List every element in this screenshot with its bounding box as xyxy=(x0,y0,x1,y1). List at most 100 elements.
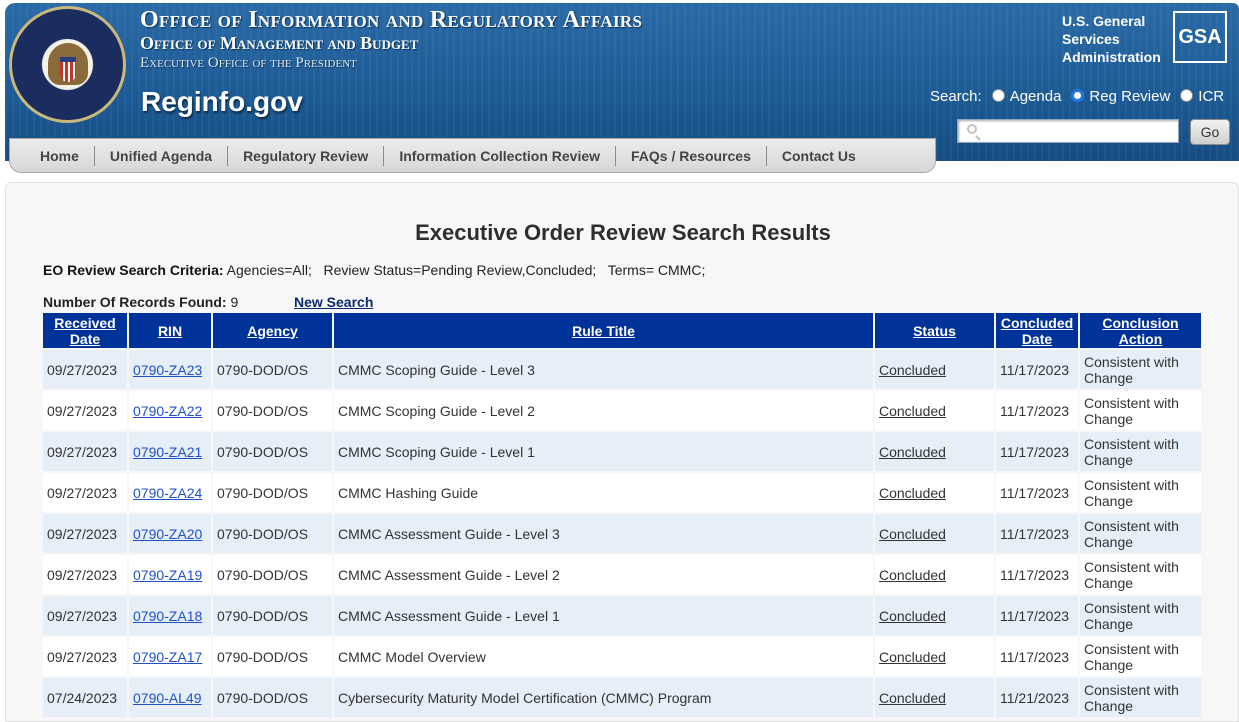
cell-received-date: 07/24/2023 xyxy=(43,678,127,717)
cell-agency: 0790-DOD/OS xyxy=(213,473,332,512)
cell-status[interactable]: Concluded xyxy=(875,596,994,635)
records-label: Number Of Records Found: xyxy=(43,294,227,310)
table-row: 09/27/2023 0790-ZA18 0790-DOD/OS CMMC Asses… xyxy=(43,596,1201,635)
cell-rin[interactable]: 0790-ZA24 xyxy=(129,473,211,512)
table-header-row: Received Date RIN Agency Rule Title Stat… xyxy=(43,313,1201,348)
reginfo-brand[interactable]: Reginfo.gov xyxy=(141,86,303,118)
page-title: Executive Order Review Search Results xyxy=(415,220,831,245)
cell-rin[interactable]: 0790-ZA22 xyxy=(129,391,211,430)
search-input[interactable] xyxy=(957,119,1179,143)
cell-rin[interactable]: 0790-ZA20 xyxy=(129,514,211,553)
cell-rin[interactable]: 0790-AL49 xyxy=(129,678,211,717)
cell-concluded-date: 11/17/2023 xyxy=(996,514,1078,553)
header-concluded-date[interactable]: Concluded Date xyxy=(996,313,1078,348)
criteria-label: EO Review Search Criteria: xyxy=(43,262,224,278)
cell-conclusion-action: Consistent with Change xyxy=(1080,432,1201,471)
radio-icr[interactable] xyxy=(1180,89,1194,102)
cell-concluded-date: 11/17/2023 xyxy=(996,596,1078,635)
table-row: 09/27/2023 0790-ZA17 0790-DOD/OS CMMC Model… xyxy=(43,637,1201,676)
gsa-text[interactable]: U.S. General Services Administration xyxy=(1062,12,1177,66)
gsa-logo[interactable]: GSA xyxy=(1173,11,1227,63)
cell-status[interactable]: Concluded xyxy=(875,350,994,389)
presidential-seal-logo[interactable] xyxy=(9,6,126,123)
radio-reg-review[interactable] xyxy=(1071,89,1085,102)
cell-rin[interactable]: 0790-ZA23 xyxy=(129,350,211,389)
cell-rin[interactable]: 0790-ZA18 xyxy=(129,596,211,635)
records-found: Number Of Records Found: 9 xyxy=(43,294,238,310)
cell-conclusion-action: Consistent with Change xyxy=(1080,678,1201,717)
search-criteria: EO Review Search Criteria: Agencies=All;… xyxy=(43,262,705,278)
header-rin[interactable]: RIN xyxy=(129,313,211,348)
header-rule-title[interactable]: Rule Title xyxy=(334,313,873,348)
table-row: 09/27/2023 0790-ZA21 0790-DOD/OS CMMC Scopi… xyxy=(43,432,1201,471)
cell-concluded-date: 11/17/2023 xyxy=(996,432,1078,471)
cell-status[interactable]: Concluded xyxy=(875,678,994,717)
shield-icon xyxy=(60,57,76,82)
cell-concluded-date: 11/17/2023 xyxy=(996,637,1078,676)
table-row: 09/27/2023 0790-ZA23 0790-DOD/OS CMMC Scopi… xyxy=(43,350,1201,389)
cell-rule-title: CMMC Assessment Guide - Level 2 xyxy=(334,555,873,594)
cell-rule-title: CMMC Assessment Guide - Level 1 xyxy=(334,596,873,635)
cell-status[interactable]: Concluded xyxy=(875,555,994,594)
search-label: Search: xyxy=(930,88,982,105)
records-count: 9 xyxy=(226,294,239,310)
cell-rin[interactable]: 0790-ZA19 xyxy=(129,555,211,594)
results-table: Received Date RIN Agency Rule Title Stat… xyxy=(41,311,1203,719)
cell-status[interactable]: Concluded xyxy=(875,473,994,512)
cell-conclusion-action: Consistent with Change xyxy=(1080,596,1201,635)
cell-agency: 0790-DOD/OS xyxy=(213,432,332,471)
cell-rule-title: CMMC Scoping Guide - Level 3 xyxy=(334,350,873,389)
nav-regulatory-review[interactable]: Regulatory Review xyxy=(228,145,385,166)
cell-received-date: 09/27/2023 xyxy=(43,637,127,676)
cell-rin[interactable]: 0790-ZA21 xyxy=(129,432,211,471)
table-row: 09/27/2023 0790-ZA24 0790-DOD/OS CMMC Hashi… xyxy=(43,473,1201,512)
cell-agency: 0790-DOD/OS xyxy=(213,678,332,717)
cell-conclusion-action: Consistent with Change xyxy=(1080,637,1201,676)
new-search-link[interactable]: New Search xyxy=(294,294,373,310)
radio-reg-review-label[interactable]: Reg Review xyxy=(1089,88,1170,105)
header-status[interactable]: Status xyxy=(875,313,994,348)
radio-icr-label[interactable]: ICR xyxy=(1198,88,1224,105)
cell-rule-title: CMMC Scoping Guide - Level 1 xyxy=(334,432,873,471)
table-row: 09/27/2023 0790-ZA22 0790-DOD/OS CMMC Scopi… xyxy=(43,391,1201,430)
cell-received-date: 09/27/2023 xyxy=(43,432,127,471)
cell-rin[interactable]: 0790-ZA17 xyxy=(129,637,211,676)
cell-concluded-date: 11/17/2023 xyxy=(996,350,1078,389)
eop-title: Executive Office of the President xyxy=(140,55,357,71)
cell-status[interactable]: Concluded xyxy=(875,514,994,553)
cell-status[interactable]: Concluded xyxy=(875,391,994,430)
radio-agenda-label[interactable]: Agenda xyxy=(1010,88,1062,105)
header-conclusion-action[interactable]: Conclusion Action xyxy=(1080,313,1201,348)
cell-agency: 0790-DOD/OS xyxy=(213,596,332,635)
table-row: 07/24/2023 0790-AL49 0790-DOD/OS Cybersecur… xyxy=(43,678,1201,717)
radio-agenda[interactable] xyxy=(991,89,1005,102)
search-icon xyxy=(967,124,977,134)
nav-home[interactable]: Home xyxy=(10,145,95,166)
table-row: 09/27/2023 0790-ZA19 0790-DOD/OS CMMC Asses… xyxy=(43,555,1201,594)
cell-received-date: 09/27/2023 xyxy=(43,596,127,635)
cell-received-date: 09/27/2023 xyxy=(43,514,127,553)
nav-information-collection-review[interactable]: Information Collection Review xyxy=(384,145,617,166)
cell-rule-title: CMMC Assessment Guide - Level 3 xyxy=(334,514,873,553)
cell-conclusion-action: Consistent with Change xyxy=(1080,473,1201,512)
go-button[interactable]: Go xyxy=(1190,119,1230,145)
cell-rule-title: Cybersecurity Maturity Model Certificati… xyxy=(334,678,873,717)
cell-received-date: 09/27/2023 xyxy=(43,391,127,430)
cell-rule-title: CMMC Model Overview xyxy=(334,637,873,676)
cell-status[interactable]: Concluded xyxy=(875,432,994,471)
cell-agency: 0790-DOD/OS xyxy=(213,514,332,553)
nav-faqs-resources[interactable]: FAQs / Resources xyxy=(616,145,767,166)
cell-agency: 0790-DOD/OS xyxy=(213,350,332,389)
cell-received-date: 09/27/2023 xyxy=(43,350,127,389)
header-received-date[interactable]: Received Date xyxy=(43,313,127,348)
cell-conclusion-action: Consistent with Change xyxy=(1080,514,1201,553)
cell-rule-title: CMMC Hashing Guide xyxy=(334,473,873,512)
header-agency[interactable]: Agency xyxy=(213,313,332,348)
nav-unified-agenda[interactable]: Unified Agenda xyxy=(95,145,229,166)
cell-status[interactable]: Concluded xyxy=(875,637,994,676)
cell-conclusion-action: Consistent with Change xyxy=(1080,555,1201,594)
cell-agency: 0790-DOD/OS xyxy=(213,391,332,430)
cell-conclusion-action: Consistent with Change xyxy=(1080,391,1201,430)
cell-agency: 0790-DOD/OS xyxy=(213,555,332,594)
nav-contact-us[interactable]: Contact Us xyxy=(767,146,871,166)
